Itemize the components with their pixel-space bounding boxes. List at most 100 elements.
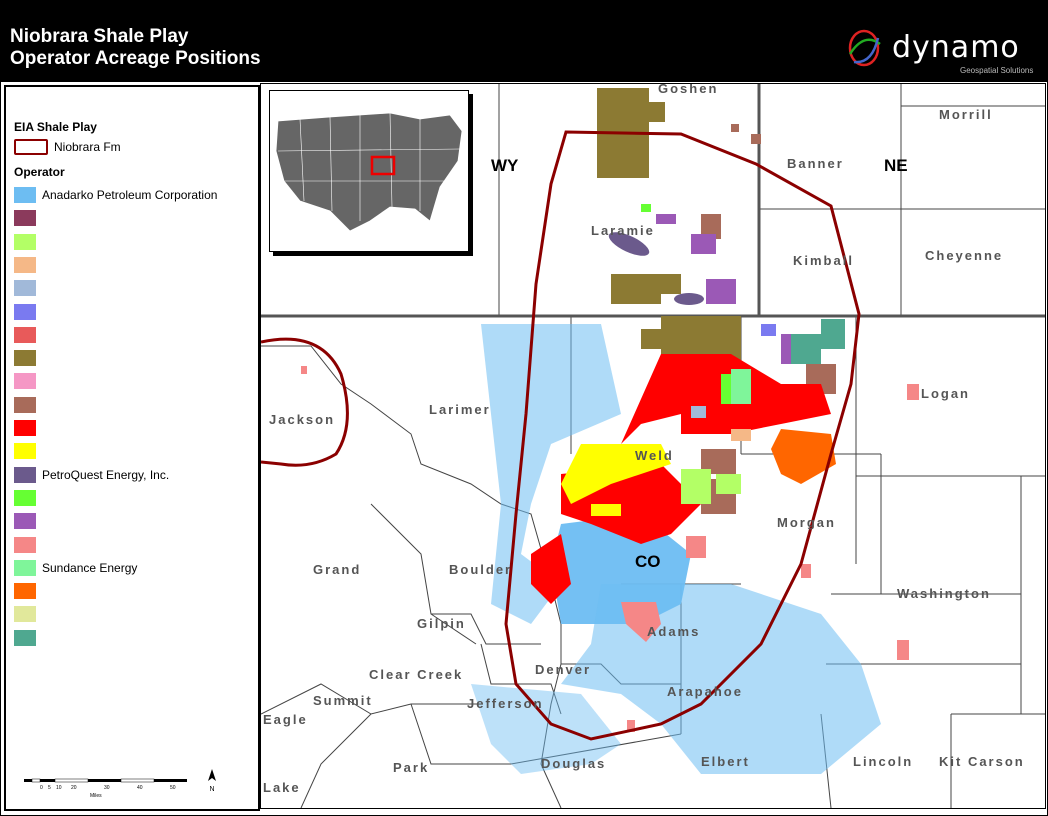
- operator-swatch: [14, 606, 36, 623]
- header-bar: Niobrara Shale Play Operator Acreage Pos…: [0, 0, 1048, 82]
- county-label-boulder: Boulder: [449, 562, 513, 577]
- north-arrow-icon: N: [204, 767, 220, 797]
- operator-swatch: [14, 233, 36, 250]
- county-label-gilpin: Gilpin: [417, 616, 466, 631]
- operator-swatch: [14, 559, 36, 576]
- state-label-ne: NE: [884, 156, 908, 175]
- logo-subtitle: Geospatial Solutions: [960, 66, 1034, 75]
- county-label-lincoln: Lincoln: [853, 754, 914, 769]
- operator-swatch: [14, 443, 36, 460]
- operator-swatch: [14, 187, 36, 203]
- niobrara-boundary-west: [261, 337, 349, 467]
- county-label-denver: Denver: [535, 662, 592, 677]
- county-label-cheyenne: Cheyenne: [925, 248, 1004, 263]
- legend-operator-item: [14, 326, 254, 345]
- operator-swatch: [14, 583, 36, 600]
- operator-swatch: [14, 350, 36, 367]
- operator-swatch: [14, 513, 36, 530]
- county-label-grand: Grand: [313, 562, 362, 577]
- dynamo-logo: dynamo Geospatial Solutions: [842, 22, 1042, 80]
- state-label-co: CO: [635, 552, 661, 571]
- legend-operator-item: [14, 210, 254, 228]
- legend-operator-item: Sundance Energy: [14, 559, 254, 578]
- legend-shale-item: Niobrara Fm: [14, 139, 254, 157]
- scale-tick-label: 50: [170, 785, 176, 791]
- logo-wordmark: dynamo: [892, 30, 1020, 65]
- county-label-elbert: Elbert: [701, 754, 750, 769]
- svg-text:N: N: [209, 786, 214, 793]
- operator-swatch: [14, 373, 36, 390]
- operator-swatch: [14, 420, 36, 436]
- operator-swatch: [14, 303, 36, 320]
- operator-label: Sundance Energy: [42, 560, 138, 575]
- legend-operator-item: [14, 303, 254, 322]
- state-label-wy: WY: [491, 156, 519, 175]
- legend-operator-item: [14, 443, 254, 461]
- county-label-jefferson: Jefferson: [467, 696, 544, 711]
- county-label-douglas: Douglas: [541, 756, 607, 771]
- map-panel[interactable]: WY NE CO Goshen Morrill Banner Laramie K…: [260, 83, 1046, 809]
- county-label-kimball: Kimball: [793, 253, 854, 268]
- legend-operator-heading: Operator: [14, 165, 65, 179]
- county-label-weld: Weld: [635, 448, 674, 463]
- legend-operator-item: Anadarko Petroleum Corporation: [14, 187, 254, 205]
- scale-tick-label: 10: [56, 785, 62, 791]
- scale-bar: 0 5 10 20 30 40 50 Miles: [20, 775, 190, 799]
- legend-operator-item: [14, 350, 254, 368]
- county-label-banner: Banner: [787, 156, 844, 171]
- map-title: Niobrara Shale Play: [10, 26, 189, 47]
- county-label-larimer: Larimer: [429, 402, 491, 417]
- county-label-laramie: Laramie: [591, 223, 655, 238]
- scale-tick-label: 20: [71, 785, 77, 791]
- operator-swatch: [14, 256, 36, 273]
- county-label-arapahoe: Arapahoe: [667, 684, 743, 699]
- operator-sundance-acreage: [731, 369, 751, 404]
- scale-tick-label: 40: [137, 785, 143, 791]
- map-subtitle: Operator Acreage Positions: [10, 48, 261, 69]
- legend-operator-item: [14, 373, 254, 391]
- county-label-lake: Lake: [263, 780, 301, 795]
- county-label-kit-carson: Kit Carson: [939, 754, 1025, 769]
- legend-panel: EIA Shale Play Niobrara Fm Operator Anad…: [4, 85, 260, 811]
- legend-operator-item: [14, 583, 254, 601]
- county-label-washington: Washington: [897, 586, 991, 601]
- legend-operator-item: [14, 233, 254, 252]
- county-label-adams: Adams: [647, 624, 701, 639]
- operator-label: Anadarko Petroleum Corporation: [42, 188, 218, 202]
- operator-swatch: [14, 396, 36, 413]
- operator-swatch: [14, 629, 36, 646]
- county-label-goshen: Goshen: [658, 83, 719, 96]
- legend-operator-item: PetroQuest Energy, Inc.: [14, 466, 254, 485]
- legend-shale-heading: EIA Shale Play: [14, 120, 97, 134]
- legend-operator-item: [14, 489, 254, 508]
- legend-operator-item: [14, 606, 254, 624]
- legend-operator-item: [14, 280, 254, 298]
- operator-swatch: [14, 536, 36, 553]
- operator-label: PetroQuest Energy, Inc.: [42, 467, 170, 482]
- legend-shale-label: Niobrara Fm: [54, 140, 121, 154]
- logo-swirl-icon: [848, 29, 881, 67]
- scale-tick-label: 30: [104, 785, 110, 791]
- operator-teal-acreage: [791, 319, 845, 364]
- operator-swatch: [14, 466, 36, 483]
- county-label-logan: Logan: [921, 386, 970, 401]
- niobrara-swatch: [14, 139, 48, 155]
- scale-unit: Miles: [90, 793, 102, 799]
- scale-tick-label: 5: [48, 785, 51, 791]
- county-label-morgan: Morgan: [777, 515, 836, 530]
- operator-swatch: [14, 210, 36, 227]
- county-label-jackson: Jackson: [269, 412, 336, 427]
- locator-inset-map: [269, 90, 469, 252]
- scale-tick-label: 0: [40, 785, 43, 791]
- legend-operator-item: [14, 256, 254, 275]
- operator-swatch: [14, 326, 36, 343]
- county-label-clear-creek: Clear Creek: [369, 667, 464, 682]
- legend-operator-item: [14, 396, 254, 415]
- county-label-eagle: Eagle: [263, 712, 308, 727]
- legend-operator-item: [14, 629, 254, 648]
- legend-operator-item: [14, 536, 254, 555]
- legend-operator-item: [14, 513, 254, 531]
- county-label-summit: Summit: [313, 693, 373, 708]
- county-label-park: Park: [393, 760, 430, 775]
- operator-swatch: [14, 489, 36, 506]
